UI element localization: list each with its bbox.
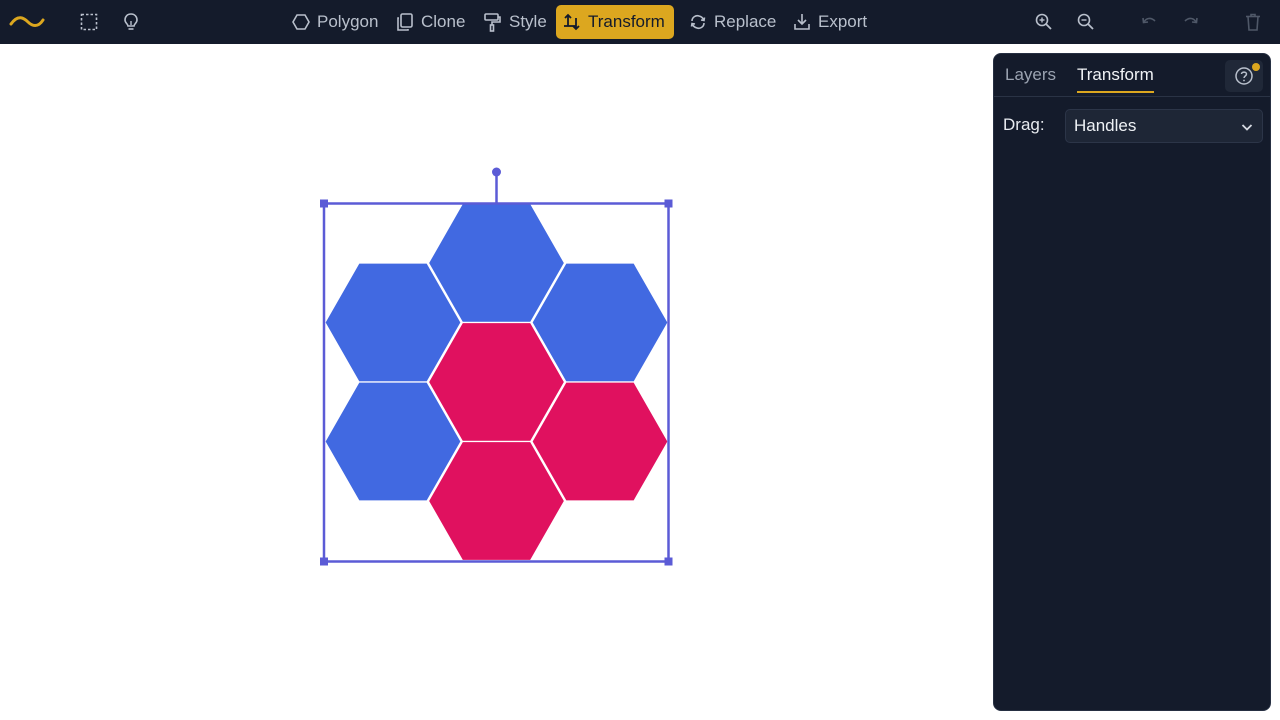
rotate-handle[interactable] — [492, 167, 501, 177]
trash-icon[interactable] — [1238, 7, 1268, 37]
help-icon — [1235, 67, 1253, 85]
side-panel: Layers Transform Drag: Handles — [993, 53, 1271, 711]
lightbulb-icon[interactable] — [116, 7, 146, 37]
drag-label: Drag: — [1003, 115, 1045, 134]
transform-tool-button[interactable]: Transform — [556, 5, 674, 39]
clone-tool-label: Clone — [421, 12, 466, 31]
replace-tool-label: Replace — [714, 12, 777, 31]
transform-icon — [564, 13, 580, 31]
drag-mode-select[interactable]: Handles — [1065, 109, 1263, 143]
resize-handle-top-left[interactable] — [320, 199, 328, 208]
zoom-out-icon[interactable] — [1071, 7, 1101, 37]
hexagon-outline-icon — [292, 14, 310, 30]
paint-roller-icon — [484, 13, 501, 32]
tab-transform[interactable]: Transform — [1077, 65, 1154, 93]
style-tool-label: Style — [509, 12, 547, 31]
export-tool-button[interactable]: Export — [786, 5, 873, 39]
style-tool-button[interactable]: Style — [477, 5, 553, 39]
panel-tabs: Layers Transform — [994, 54, 1270, 97]
resize-handle-bottom-right[interactable] — [664, 557, 673, 566]
undo-icon[interactable] — [1134, 7, 1164, 37]
help-button[interactable] — [1225, 60, 1263, 92]
resize-handle-bottom-left[interactable] — [320, 557, 328, 566]
replace-tool-button[interactable]: Replace — [682, 5, 782, 39]
polygon-tool-button[interactable]: Polygon — [285, 5, 384, 39]
export-tool-label: Export — [818, 12, 868, 31]
replace-icon — [690, 14, 706, 30]
zoom-in-icon[interactable] — [1029, 7, 1059, 37]
clone-icon — [397, 13, 413, 31]
resize-handle-top-right[interactable] — [664, 199, 673, 208]
notification-dot — [1252, 63, 1260, 71]
top-toolbar: Polygon Clone Style Transform Replace Ex… — [0, 0, 1280, 44]
polygon-tool-label: Polygon — [317, 12, 379, 31]
download-icon — [794, 14, 810, 30]
select-rectangle-icon[interactable] — [74, 7, 104, 37]
clone-tool-button[interactable]: Clone — [389, 5, 471, 39]
redo-icon[interactable] — [1176, 7, 1206, 37]
tab-layers[interactable]: Layers — [1005, 65, 1056, 91]
chevron-down-icon — [1241, 124, 1253, 131]
transform-tool-label: Transform — [588, 12, 665, 31]
drag-mode-value: Handles — [1074, 116, 1137, 135]
logo-icon[interactable] — [8, 12, 46, 32]
